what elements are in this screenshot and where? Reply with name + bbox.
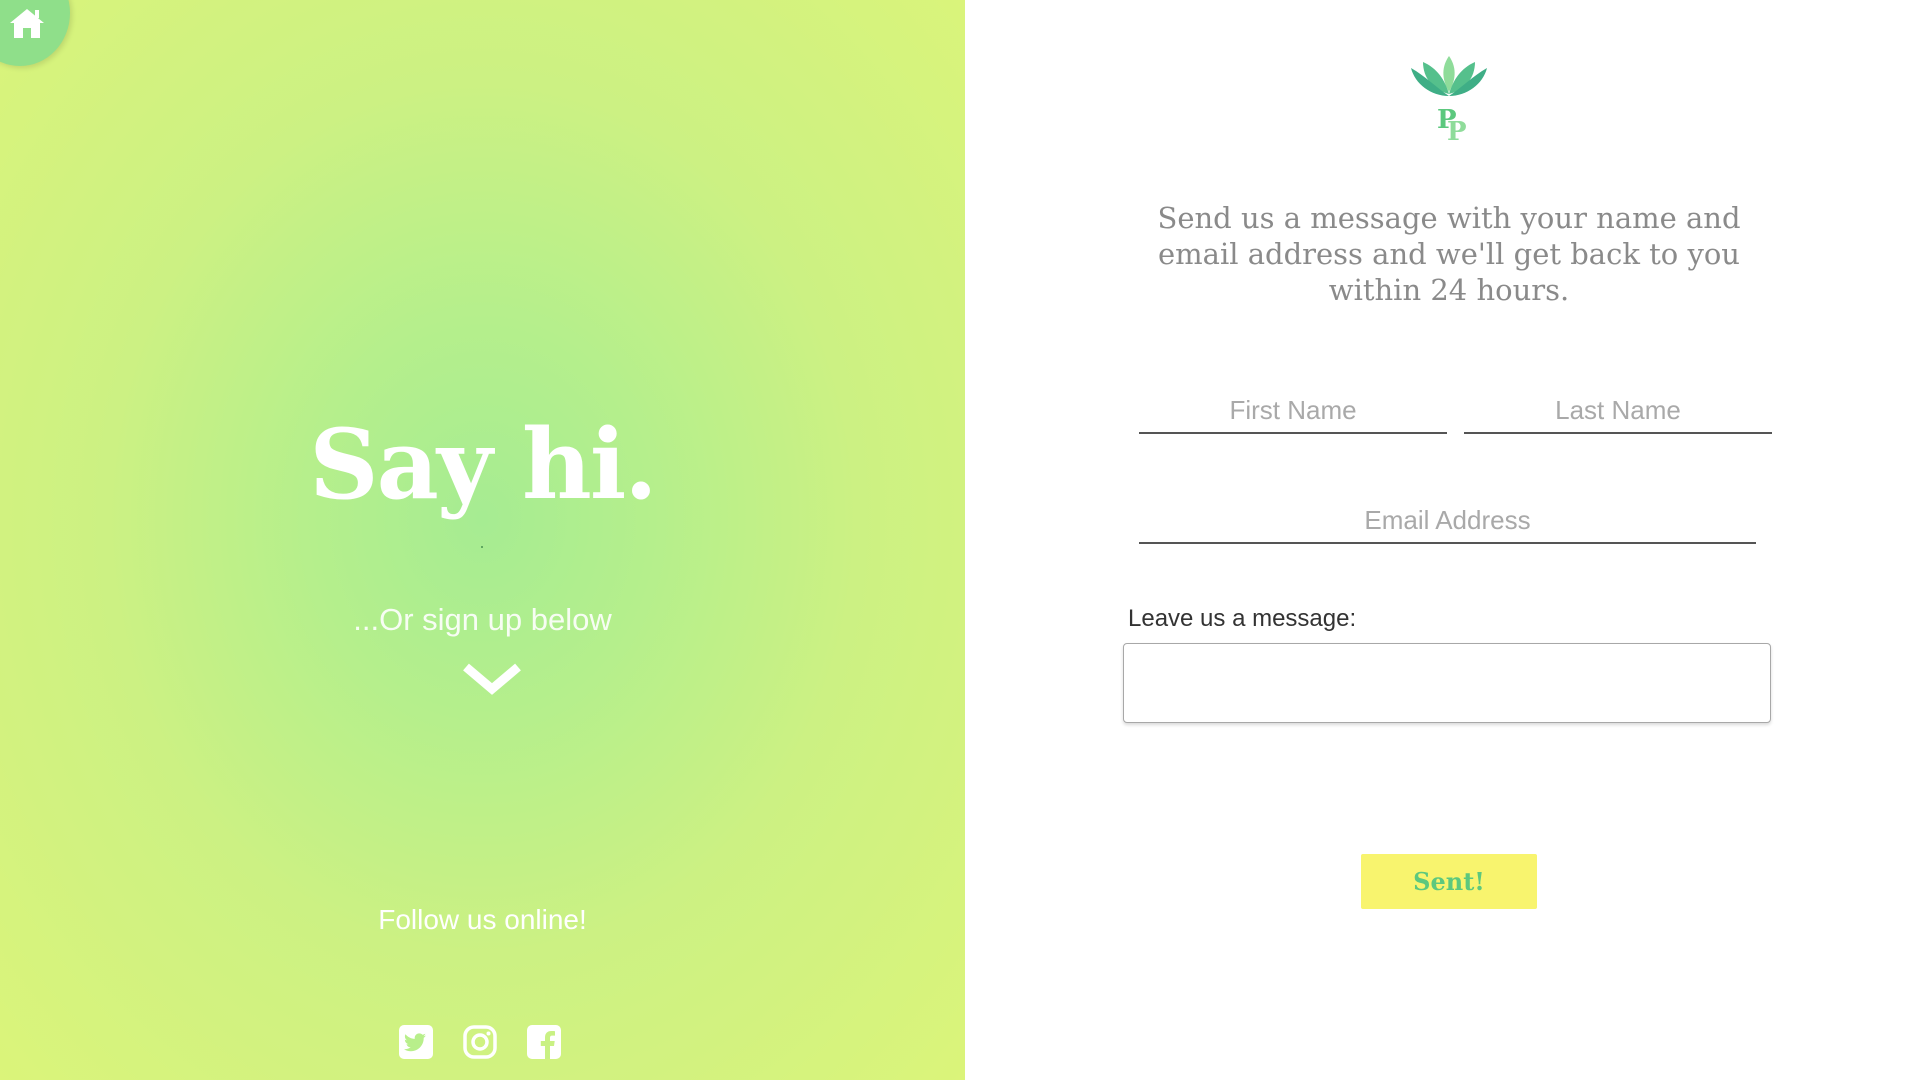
decorative-dot [481, 546, 483, 548]
contact-page: Say hi. ...Or sign up below Follow us on… [0, 0, 1920, 1080]
brand-logo: P P [1411, 56, 1487, 147]
signup-prompt: ...Or sign up below [353, 602, 612, 637]
last-name-input[interactable] [1464, 392, 1772, 434]
hero-heading: Say hi. [309, 408, 657, 521]
contact-form-panel: P P Send us a message with your name and… [965, 0, 1920, 1080]
email-input[interactable] [1139, 502, 1756, 544]
home-tab[interactable] [0, 0, 70, 66]
twitter-icon[interactable] [398, 1024, 434, 1060]
intro-text: Send us a message with your name and ema… [1157, 201, 1741, 307]
social-links [398, 1024, 562, 1060]
message-textarea[interactable] [1123, 643, 1771, 723]
hero-panel: Say hi. ...Or sign up below Follow us on… [0, 0, 965, 1080]
first-name-input[interactable] [1139, 392, 1447, 434]
chevron-down-icon[interactable] [462, 663, 522, 695]
follow-us-text: Follow us online! [378, 904, 587, 935]
submit-button[interactable]: Sent! [1361, 854, 1537, 909]
logo-letter-p2: P [1447, 117, 1467, 147]
facebook-icon[interactable] [526, 1024, 562, 1060]
message-label: Leave us a message: [1128, 605, 1357, 632]
instagram-icon[interactable] [462, 1024, 498, 1060]
home-icon[interactable] [8, 6, 46, 40]
